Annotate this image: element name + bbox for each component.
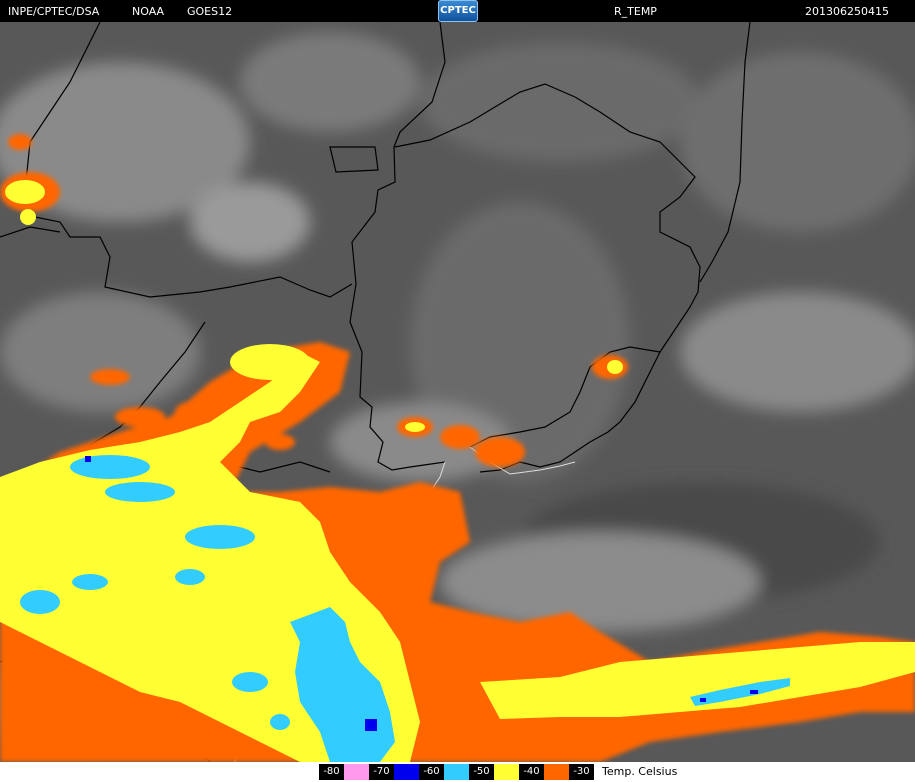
legend-label-50: -50	[469, 764, 494, 780]
header-bar: INPE/CPTEC/DSA NOAA GOES12 CPTEC R_TEMP …	[0, 0, 915, 22]
legend-label-60: -60	[419, 764, 444, 780]
agency-label: INPE/CPTEC/DSA	[8, 5, 100, 18]
legend-unit: Temp. Celsius	[602, 765, 678, 778]
legend-swatch-40	[544, 764, 569, 780]
legend-swatch-80	[344, 764, 369, 780]
legend-swatch-70	[394, 764, 419, 780]
cptec-logo: CPTEC	[438, 0, 478, 22]
satellite-label: GOES12	[187, 5, 233, 18]
legend-swatch-60	[444, 764, 469, 780]
legend-label-30: -30	[569, 764, 594, 780]
legend-label-80: -80	[319, 764, 344, 780]
org-label: NOAA	[132, 5, 165, 18]
satellite-map	[0, 22, 915, 762]
legend-swatches: -80 -70 -60 -50 -40 -30	[319, 764, 594, 780]
legend-label-70: -70	[369, 764, 394, 780]
legend-label-40: -40	[519, 764, 544, 780]
legend-swatch-50	[494, 764, 519, 780]
temperature-legend: -80 -70 -60 -50 -40 -30 Temp. Celsius	[0, 762, 915, 782]
timestamp-label: 201306250415	[805, 5, 889, 18]
product-label: R_TEMP	[614, 5, 657, 18]
